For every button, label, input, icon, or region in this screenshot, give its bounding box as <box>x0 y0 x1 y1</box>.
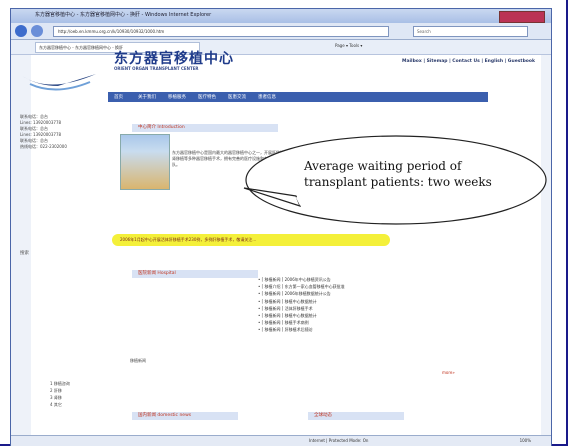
list-item[interactable]: • [ 移植新闻 ] 移植中心数据统计 <box>258 312 458 319</box>
url-field[interactable]: http://oeb.en.kmmu.org.cn/k/10930/10932/… <box>53 26 389 37</box>
poll-option[interactable]: 2 肝移 <box>50 387 70 394</box>
wing-logo <box>22 74 96 91</box>
title-bar: 东方器官移植中心 - 东方器官移植网中心 - 换肝 - Windows Inte… <box>11 9 551 23</box>
highlight-text[interactable]: 2006年1月起中心开展活体肝移植手术230例，多例肝移植手术，敬请关注... <box>120 237 256 243</box>
tab-bar: 东方器官移植中心 - 东方器官移植网中心 - 换肝 Page ▾ Tools ▾ <box>11 40 551 55</box>
nav-item-exchange[interactable]: 医患交流 <box>228 94 246 100</box>
poll-option[interactable]: 4 其它 <box>50 401 70 408</box>
list-item[interactable]: • [ 移植新闻 ] 2006年中心移植资讯公告 <box>258 276 458 283</box>
poll-options: 1 移植咨询 2 肝移 3 肾移 4 其它 <box>50 380 70 408</box>
list-item[interactable]: • [ 移植新闻 ] 肝移植术后随访 <box>258 326 458 333</box>
forward-button[interactable] <box>31 25 43 37</box>
poll-option[interactable]: 3 肾移 <box>50 394 70 401</box>
site-subtitle: ORIENT ORGAN TRANSPLANT CENTER <box>114 66 199 71</box>
contact-line: 热线电话：022-2302000 <box>20 144 67 149</box>
hospital-building-photo <box>120 134 170 190</box>
window-title: 东方器官移植中心 - 东方器官移植网中心 - 换肝 - Windows Inte… <box>35 12 212 18</box>
list-item[interactable]: • [ 移植新闻 ] 移植中心数据统计 <box>258 298 458 305</box>
nav-item-home[interactable]: 首页 <box>114 94 123 100</box>
callout-text: Average waiting period of transplant pat… <box>304 158 524 190</box>
nav-item-about[interactable]: 关于我们 <box>138 94 156 100</box>
site-nav: 首页 关于我们 移植服务 医疗特色 医患交流 患者信息 <box>108 92 488 102</box>
section-header-domestic-news[interactable]: 国内新闻 domestic news <box>132 412 238 420</box>
more-link[interactable]: more» <box>442 370 455 375</box>
site-title: 东方器官移植中心 <box>114 51 234 67</box>
counter-number: 1000 <box>392 186 469 221</box>
address-bar: http://oeb.en.kmmu.org.cn/k/10930/10932/… <box>11 23 551 40</box>
back-button[interactable] <box>15 25 27 37</box>
callout-line-1: Average waiting period of <box>304 159 462 173</box>
section-header-news[interactable]: 医院新闻 Hospital <box>132 270 258 278</box>
section-header-global-news[interactable]: 全球动态 <box>308 412 404 420</box>
list-item[interactable]: • [ 移植新闻 ] 移植手术病例 <box>258 319 458 326</box>
news-label: 移植新闻 <box>130 358 146 363</box>
window-controls[interactable] <box>499 11 545 23</box>
contact-info: 联系电话：总台 Lines: 13920003778 联系电话：总台 Lines… <box>20 114 106 150</box>
toolbar-commands[interactable]: Page ▾ Tools ▾ <box>335 43 362 48</box>
list-item[interactable]: • [ 移植新闻 ] 2006年移植数据统计公告 <box>258 290 458 297</box>
left-search-label: 搜索 <box>20 251 29 256</box>
nav-item-features[interactable]: 医疗特色 <box>198 94 216 100</box>
intro-blurb: 东方器官移植中心是国内最大的器官移植中心之一，开展肝移植、肾移植等多种器官移植手… <box>172 150 288 167</box>
top-links[interactable]: Mailbox | Sitemap | Contact Us | English… <box>402 59 535 64</box>
callout-line-2: transplant patients: two weeks <box>304 175 492 189</box>
search-field[interactable]: Search <box>413 26 528 37</box>
nav-item-patient-info[interactable]: 患者信息 <box>258 94 276 100</box>
zoom-level[interactable]: 100% <box>520 438 531 443</box>
poll-option[interactable]: 1 移植咨询 <box>50 380 70 387</box>
nav-item-services[interactable]: 移植服务 <box>168 94 186 100</box>
news-list: • [ 移植新闻 ] 2006年中心移植资讯公告 • [ 移植介绍 ] 东方第一… <box>258 276 458 334</box>
section-header-intro[interactable]: 中心简介 Introduction <box>132 124 278 132</box>
status-bar: Internet | Protected Mode: On 100% <box>11 435 551 446</box>
list-item[interactable]: • [ 移植介绍 ] 东方第一家心血管移植中心获批准 <box>258 283 458 290</box>
list-item[interactable]: • [ 移植新闻 ] 活体肝移植手术 <box>258 305 458 312</box>
status-text: Internet | Protected Mode: On <box>309 438 369 443</box>
